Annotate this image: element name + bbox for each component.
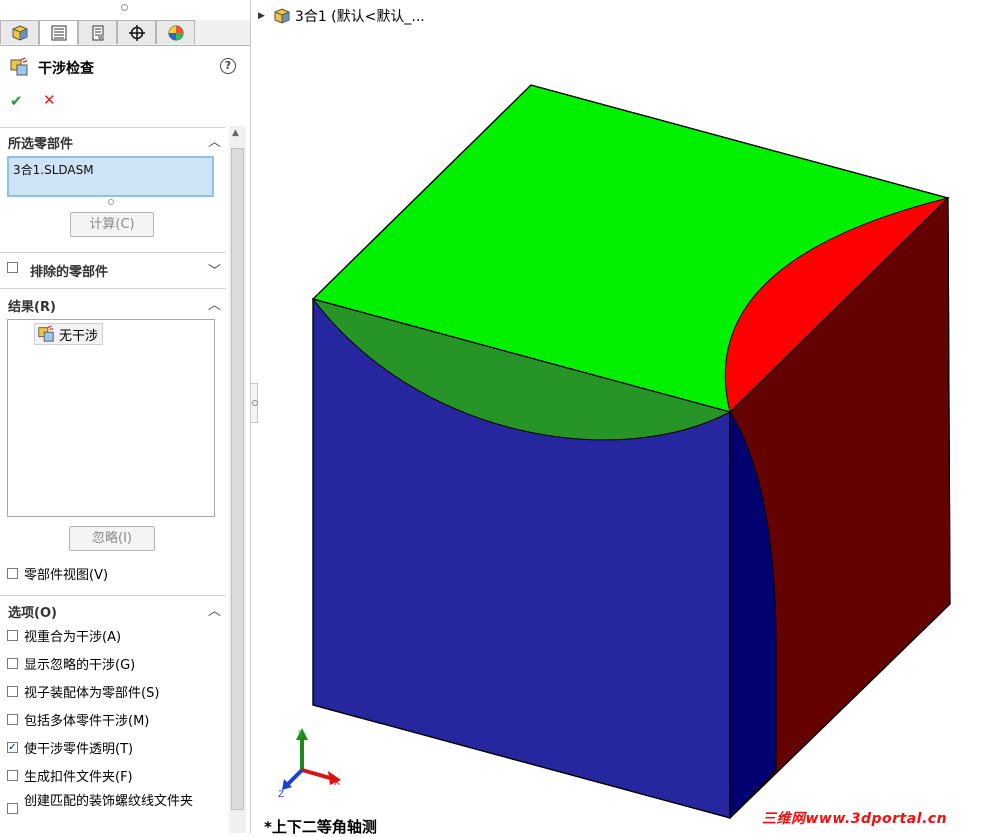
property-manager-icon <box>51 25 66 41</box>
option-checkbox[interactable] <box>7 685 18 697</box>
calculate-button[interactable]: 计算(C) <box>70 212 154 237</box>
excluded-components-checkbox[interactable] <box>7 262 18 273</box>
chevron-up-icon[interactable]: ︿ <box>208 294 221 313</box>
option-label: 使干涉零件透明(T) <box>24 741 134 757</box>
option-checkbox[interactable] <box>7 803 18 814</box>
tab-display-manager[interactable] <box>156 20 195 44</box>
help-icon[interactable]: ? <box>220 58 236 74</box>
selected-components-header[interactable]: 所选零部件 ︿ <box>0 127 226 152</box>
option-label: 显示忽略的干涉(G) <box>24 657 136 673</box>
results-list[interactable]: 无干涉 <box>7 319 215 517</box>
chevron-up-icon[interactable]: ︿ <box>208 600 221 619</box>
excluded-components-header[interactable]: 排除的零部件 ﹀ <box>0 252 226 287</box>
option-label: 包括多体零件干涉(M) <box>24 713 150 729</box>
option-checkbox-checked[interactable]: ✓ <box>7 741 18 753</box>
options-header[interactable]: 选项(O) ︿ <box>0 595 226 622</box>
panel-resize-grip[interactable] <box>121 4 128 11</box>
tab-property-manager[interactable] <box>39 20 78 45</box>
coordinate-triad: Y X Z <box>278 728 341 800</box>
display-manager-icon <box>168 25 183 40</box>
ignore-button[interactable]: 忽略(I) <box>69 526 155 551</box>
selected-component-item[interactable]: 3合1.SLDASM <box>13 163 94 177</box>
property-manager-panel: 干涉检查 ? ✔ ✕ 所选零部件 ︿ 3合1.SLDASM 计算(C) 排除的零… <box>0 0 251 833</box>
panel-splitter[interactable] <box>250 383 258 423</box>
feature-tree-root[interactable]: ▶ 3合1 (默认<默认_... <box>258 6 425 26</box>
ok-check-icon[interactable]: ✔ <box>10 92 23 110</box>
feature-manager-icon <box>12 24 27 41</box>
option-checkbox[interactable] <box>7 629 18 641</box>
dimxpert-icon <box>128 24 145 41</box>
option-label: 创建匹配的装饰螺纹线文件夹 <box>24 794 194 809</box>
expand-arrow-icon[interactable]: ▶ <box>258 11 265 21</box>
options-title: 选项(O) <box>8 606 57 621</box>
chevron-up-icon[interactable]: ︿ <box>208 131 221 150</box>
list-resize-grip[interactable] <box>108 199 114 205</box>
panel-scrollbar[interactable]: ▲ <box>229 126 246 833</box>
option-checkbox[interactable] <box>7 713 18 725</box>
feature-header: 干涉检查 ? <box>0 50 250 82</box>
result-item-label: 无干涉 <box>59 328 99 344</box>
view-orientation-label: *上下二等角轴测 <box>264 818 377 836</box>
axis-x-label: X <box>334 778 340 788</box>
option-transparent[interactable]: ✓ 使干涉零件透明(T) <box>7 738 134 757</box>
component-view-option[interactable]: 零部件视图(V) <box>7 564 109 583</box>
chevron-down-icon[interactable]: ﹀ <box>208 260 221 279</box>
cancel-x-icon[interactable]: ✕ <box>43 91 56 109</box>
option-fastener-folder[interactable]: 生成扣件文件夹(F) <box>7 766 133 785</box>
component-view-checkbox[interactable] <box>7 567 18 579</box>
interference-result-icon <box>38 325 54 342</box>
manager-tabs <box>0 20 250 46</box>
tab-dimxpert-manager[interactable] <box>117 20 156 44</box>
axis-z-label: Z <box>278 790 284 800</box>
option-label: 生成扣件文件夹(F) <box>24 769 133 785</box>
interference-detection-icon <box>10 57 28 76</box>
configuration-manager-icon <box>92 25 104 40</box>
option-multibody[interactable]: 包括多体零件干涉(M) <box>7 710 150 729</box>
feature-title: 干涉检查 <box>38 61 94 77</box>
watermark: 三维网www.3dportal.cn <box>762 811 948 827</box>
assembly-name: 3合1 (默认<默认_... <box>294 9 425 25</box>
option-subassembly[interactable]: 视子装配体为零部件(S) <box>7 682 160 701</box>
scroll-up-arrow-icon[interactable]: ▲ <box>232 128 239 138</box>
selected-components-title: 所选零部件 <box>8 137 74 152</box>
results-title: 结果(R) <box>8 300 56 315</box>
option-checkbox[interactable] <box>7 769 18 781</box>
option-label: 视重合为干涉(A) <box>24 629 122 645</box>
axis-y-label: Y <box>297 730 304 740</box>
option-checkbox[interactable] <box>7 657 18 669</box>
result-item[interactable]: 无干涉 <box>34 323 104 345</box>
option-cosmetic-thread[interactable]: 创建匹配的装饰螺纹线文件夹 <box>7 794 219 828</box>
tab-configuration-manager[interactable] <box>78 20 117 44</box>
option-label: 视子装配体为零部件(S) <box>24 685 160 701</box>
component-view-label: 零部件视图(V) <box>24 567 109 583</box>
selected-components-list[interactable]: 3合1.SLDASM <box>7 156 214 197</box>
scrollbar-thumb[interactable] <box>231 148 244 810</box>
excluded-components-title: 排除的零部件 <box>30 265 109 280</box>
graphics-viewport[interactable]: Y X Z <box>258 0 982 833</box>
option-show-ignored[interactable]: 显示忽略的干涉(G) <box>7 654 136 673</box>
tab-feature-manager[interactable] <box>0 20 39 44</box>
option-coincidence[interactable]: 视重合为干涉(A) <box>7 626 122 645</box>
results-header[interactable]: 结果(R) ︿ <box>0 288 226 315</box>
assembly-icon <box>274 8 290 24</box>
